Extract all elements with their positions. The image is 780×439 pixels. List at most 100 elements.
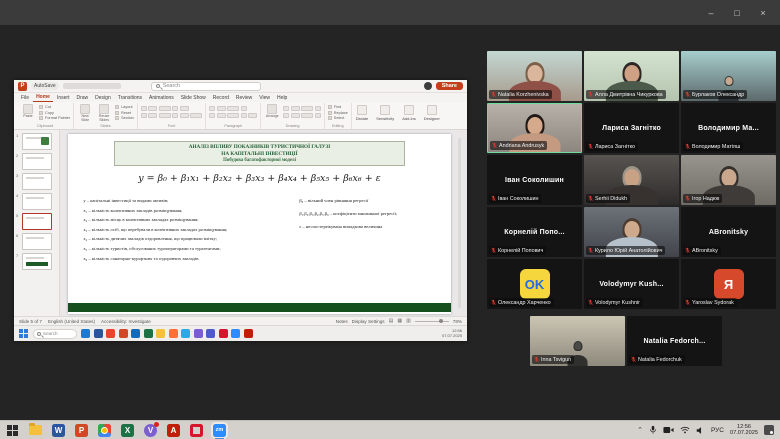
ribbon-control[interactable] (209, 113, 215, 118)
account-avatar[interactable] (424, 82, 432, 90)
ribbon-tab-design[interactable]: Design (92, 94, 114, 102)
ribbon-tab-review[interactable]: Review (233, 94, 255, 102)
language-indicator[interactable]: РУС (711, 427, 724, 434)
tray-overflow-chevron-icon[interactable]: ⌃ (637, 426, 643, 434)
reading-view-icon[interactable]: ▥ (406, 318, 411, 324)
ribbon-tab-help[interactable]: Help (274, 94, 290, 102)
ribbon-tab-file[interactable]: File (18, 94, 32, 102)
slide-thumbnail-5[interactable]: 5 (16, 213, 56, 230)
ribbon-tab-draw[interactable]: Draw (73, 94, 91, 102)
ribbon-control[interactable] (141, 106, 147, 111)
participant-tile[interactable]: Курило Юрій Анатолійович (584, 207, 679, 257)
slide-sorter-icon[interactable]: ▦ (397, 318, 402, 324)
network-icon[interactable] (680, 426, 690, 434)
ribbon-button-reuse-slides[interactable]: Reuse Slides (96, 104, 112, 123)
participant-tile[interactable]: OKОлександр Харченко (487, 259, 582, 309)
shared-pinned-app-icon[interactable] (181, 329, 190, 338)
zoom-percentage[interactable]: 78% (453, 319, 462, 324)
accessibility-status[interactable]: Accessibility: Investigate (101, 319, 151, 324)
shared-search-box[interactable]: Search (33, 329, 77, 339)
language-status[interactable]: English (United States) (48, 319, 95, 324)
ribbon-button-new-slide[interactable]: New Slide (77, 104, 93, 123)
display-settings-button[interactable]: Display Settings (352, 319, 385, 324)
normal-view-icon[interactable]: ▤ (389, 318, 394, 324)
ribbon-tab-slide-show[interactable]: Slide Show (178, 94, 209, 102)
slide-canvas[interactable]: АНАЛІЗ ВПЛИВУ ПОКАЗНИКІВ ТУРИСТИЧНОЇ ГАЛ… (68, 134, 451, 314)
shared-pinned-app-icon[interactable] (219, 329, 228, 338)
participant-tile[interactable]: Natalia Korzhenivska (487, 51, 582, 101)
participant-tile[interactable]: ABronitskyABronitsky (681, 207, 776, 257)
ribbon-control[interactable] (190, 113, 202, 118)
notification-center-icon[interactable] (764, 425, 774, 435)
share-button[interactable]: Share (436, 82, 463, 90)
microphone-icon[interactable] (649, 425, 657, 435)
slide-scrollbar[interactable] (458, 138, 461, 308)
shared-pinned-app-icon[interactable] (231, 329, 240, 338)
chrome-icon[interactable] (98, 424, 111, 437)
ribbon-button-dictate[interactable]: Dictate (352, 103, 372, 129)
ribbon-control[interactable] (301, 113, 313, 118)
ribbon-button-paste[interactable]: Paste (20, 104, 36, 119)
ribbon-button-arrange[interactable]: Arrange (264, 104, 280, 119)
ribbon-control[interactable] (283, 113, 289, 118)
shared-pinned-app-icon[interactable] (81, 329, 90, 338)
participant-tile[interactable]: Бурлаков Олександр (681, 51, 776, 101)
shared-start-button[interactable] (19, 329, 29, 339)
ribbon-control[interactable] (217, 113, 226, 118)
zoom-slider[interactable] (415, 321, 449, 322)
shared-pinned-app-icon[interactable] (156, 329, 165, 338)
ribbon-button-select[interactable]: Select (328, 116, 348, 120)
ribbon-control[interactable] (180, 113, 189, 118)
slide-thumbnail-1[interactable]: 1 (16, 133, 56, 150)
ribbon-control[interactable] (209, 106, 215, 111)
participant-tile[interactable]: Корнелій Попо...Корнелій Попович (487, 207, 582, 257)
powerpoint-icon[interactable]: P (75, 424, 88, 437)
start-button[interactable] (6, 424, 19, 437)
ribbon-button-designer[interactable]: Designer (420, 103, 444, 129)
participant-tile[interactable]: ЯYaroslav Sydorak (681, 259, 776, 309)
shared-pinned-app-icon[interactable] (94, 329, 103, 338)
participant-tile[interactable]: Inna Tsvigun (530, 316, 625, 366)
ribbon-control[interactable] (301, 106, 313, 111)
ribbon-control[interactable] (248, 113, 257, 118)
camera-icon[interactable] (663, 426, 674, 434)
shared-pinned-app-icon[interactable] (169, 329, 178, 338)
file-explorer-icon[interactable] (29, 425, 42, 435)
word-icon[interactable]: W (52, 424, 65, 437)
shared-pinned-app-icon[interactable] (131, 329, 140, 338)
autosave-toggle[interactable]: AutoSave (31, 82, 59, 90)
participant-tile[interactable]: Volodymyr Kush...Volodymyr Kushnir (584, 259, 679, 309)
ribbon-control[interactable] (291, 113, 300, 118)
ribbon-control[interactable] (241, 113, 247, 118)
ribbon-control[interactable] (159, 113, 171, 118)
ribbon-button-replace[interactable]: Replace (328, 111, 348, 115)
slide-thumbnail-6[interactable]: 6 (16, 233, 56, 250)
participant-tile[interactable]: Natalia Fedorch...Natalia Fedorchuk (627, 316, 722, 366)
ribbon-button-add-ins[interactable]: Add-ins (398, 103, 420, 129)
ribbon-button-layout[interactable]: Layout (115, 105, 134, 109)
ribbon-button-reset[interactable]: Reset (115, 111, 134, 115)
participant-tile[interactable]: Володимир Ма...Володимир Матіяш (681, 103, 776, 153)
opera-icon[interactable] (190, 424, 203, 437)
slide-thumbnail-3[interactable]: 3 (16, 173, 56, 190)
close-button[interactable]: × (750, 3, 776, 23)
participant-tile[interactable]: Алла Дмитрівна Чикуркова (584, 51, 679, 101)
participant-tile[interactable]: Іван СоколишинІван Соколишин (487, 155, 582, 205)
shared-pinned-app-icon[interactable] (194, 329, 203, 338)
ribbon-control[interactable] (159, 106, 171, 111)
slide-thumbnail-7[interactable]: 7 (16, 253, 56, 270)
ribbon-control[interactable] (141, 113, 147, 118)
ribbon-button-sensitivity[interactable]: Sensitivity (372, 103, 398, 129)
ribbon-tab-view[interactable]: View (256, 94, 273, 102)
ribbon-control[interactable] (180, 106, 189, 111)
ribbon-control[interactable] (291, 106, 300, 111)
shared-pinned-app-icon[interactable] (206, 329, 215, 338)
viber-icon[interactable]: V (144, 424, 157, 437)
shared-pinned-app-icon[interactable] (244, 329, 253, 338)
ribbon-control[interactable] (217, 106, 226, 111)
ribbon-button-format-painter[interactable]: Format Painter (39, 116, 70, 120)
clock[interactable]: 12:56 07.07.2025 (730, 424, 758, 437)
ribbon-control[interactable] (148, 106, 157, 111)
slide-thumbnail-2[interactable]: 2 (16, 153, 56, 170)
ribbon-control[interactable] (241, 106, 247, 111)
